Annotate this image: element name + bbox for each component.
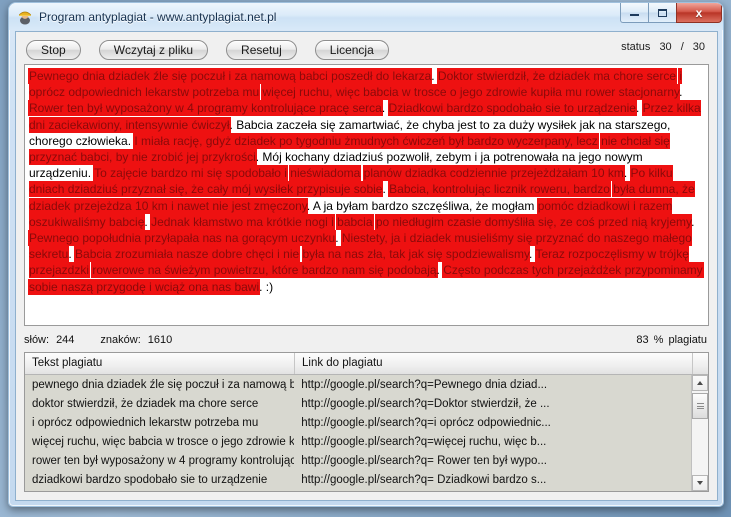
plagiarised-text-span: po niedługim czasie domyśliła się, ze co…	[375, 214, 692, 229]
original-text-span: .	[635, 101, 643, 116]
words-value: 244	[56, 334, 75, 346]
client-area: Stop Wczytaj z pliku Resetuj Licencja st…	[15, 31, 718, 501]
table-row[interactable]: doktor stwierdził, że dziadek ma chore s…	[25, 394, 691, 413]
plagiarised-text-span: Często podczas tych przejażdżek przypomi…	[443, 263, 703, 278]
user-hardhat-icon	[17, 9, 33, 25]
cell-plagiarism-link[interactable]: http://google.pl/search?q= Rower ten był…	[294, 455, 691, 467]
minimize-button[interactable]	[620, 3, 649, 23]
column-header-plagiarism-text[interactable]: Tekst plagiatu	[25, 353, 295, 374]
cell-plagiarism-link[interactable]: http://google.pl/search?q=i oprócz odpow…	[294, 417, 691, 429]
status-separator: /	[680, 41, 684, 53]
original-text-span: .	[679, 85, 683, 100]
cell-plagiarism-link[interactable]: http://google.pl/search?q=Pewnego dnia d…	[294, 379, 691, 391]
characters-value: 1610	[147, 334, 173, 346]
plagiarised-text-span: I miała rację, gdyż dziadek po tygodniu …	[134, 133, 598, 148]
license-button[interactable]: Licencja	[314, 40, 389, 60]
reset-button[interactable]: Resetuj	[226, 40, 297, 60]
original-text-span: . :)	[259, 279, 274, 294]
plagiarised-text-span: była na nas zła, tak jak się spodziewali…	[302, 247, 530, 262]
plagiarised-text-span: babcia	[337, 214, 373, 229]
scrollbar-grip-icon	[696, 402, 704, 411]
characters-label: znaków:	[100, 334, 141, 346]
plagiarised-text-span: Doktor stwierdził, że dziadek ma chore s…	[437, 69, 677, 83]
cell-plagiarism-link[interactable]: http://google.pl/search?q=Doktor stwierd…	[294, 398, 691, 410]
plagiarised-text-span: Dziadkowi bardzo spodobało sie to urządz…	[388, 101, 636, 116]
original-text-span: .	[529, 247, 536, 262]
table-header-row: Tekst plagiatu Link do plagiatu	[25, 353, 708, 375]
words-label: słów:	[24, 334, 50, 346]
close-button[interactable]: x	[676, 3, 722, 23]
close-icon: x	[695, 5, 703, 20]
original-text-span: .	[623, 166, 631, 181]
title-bar: Program antyplagiat - www.antyplagiat.ne…	[9, 3, 723, 30]
plagiarised-text-span: Pewnego dnia dziadek źle się poczuł i za…	[29, 69, 432, 83]
scrollbar-track[interactable]	[692, 391, 708, 475]
plagiarised-text-span: To zajęcie bardzo mi się spodobało i	[94, 166, 287, 181]
original-text-span: .	[381, 101, 389, 116]
table-body: pewnego dnia dziadek źle się poczuł i za…	[25, 375, 691, 491]
scroll-up-arrow-icon[interactable]	[692, 375, 708, 391]
cell-plagiarism-text: doktor stwierdził, że dziadek ma chore s…	[32, 397, 259, 410]
plagiarised-text-span: Babcia zrozumiała nasze dobre chęci i ni…	[75, 247, 300, 262]
statistics-bar: słów: 244 znaków: 1610 83 % plagiatu	[24, 330, 709, 350]
plagiarism-unit: %	[653, 334, 664, 346]
document-text-area[interactable]: Pewnego dnia dziadek źle się poczuł i za…	[24, 64, 709, 326]
load-from-file-button[interactable]: Wczytaj z pliku	[98, 40, 209, 60]
table-vertical-scrollbar[interactable]	[691, 375, 708, 491]
plagiarised-text-span: nieświadoma	[290, 166, 361, 181]
column-header-plagiarism-link[interactable]: Link do plagiatu	[295, 353, 693, 374]
window-controls: x	[620, 3, 722, 24]
status-indicator: status 30 / 30	[621, 41, 705, 53]
plagiarised-text-span: rowerowe na świeżym powietrzu, które bar…	[92, 263, 437, 278]
original-text-span: .	[335, 231, 342, 246]
plagiarism-label: plagiatu	[668, 334, 707, 346]
plagiarism-value: 83	[636, 334, 649, 346]
plagiarised-text-span: Babcia, kontrolując licznik roweru, bard…	[389, 182, 610, 197]
plagiarised-text-span: Jednak kłamstwo ma krótkie nogi i	[151, 214, 334, 229]
stop-button[interactable]: Stop	[26, 40, 81, 60]
plagiarised-text-span: Rower ten był wyposażony w 4 programy ko…	[29, 101, 382, 116]
maximize-button[interactable]	[648, 3, 677, 23]
table-row[interactable]: dziadkowi bardzo spodobało sie to urządz…	[25, 470, 691, 489]
original-text-span: .	[691, 214, 695, 229]
toolbar: Stop Wczytaj z pliku Resetuj Licencja st…	[16, 32, 717, 64]
window-title: Program antyplagiat - www.antyplagiat.ne…	[39, 9, 277, 24]
table-row[interactable]: więcej ruchu, więc babcia w trosce o jeg…	[25, 432, 691, 451]
original-text-span	[299, 247, 302, 261]
cell-plagiarism-link[interactable]: http://google.pl/search?q= Dziadkowi bar…	[294, 474, 691, 486]
plagiarised-text-span: sobie naszą przygodę i wciąż ona nas baw…	[29, 279, 260, 294]
table-body-area: pewnego dnia dziadek źle się poczuł i za…	[25, 375, 708, 491]
plagiarised-text-span: Pewnego popołudnia przyłapała nas na gor…	[29, 231, 336, 246]
scrollbar-thumb[interactable]	[692, 393, 708, 419]
original-text-span: . A ja byłam bardzo szczęśliwa, że mogła…	[306, 198, 538, 213]
table-row[interactable]: pewnego dnia dziadek źle się poczuł i za…	[25, 375, 691, 394]
table-row[interactable]: rower ten był wyposażony w 4 programy ko…	[25, 451, 691, 470]
application-window: Program antyplagiat - www.antyplagiat.ne…	[8, 2, 724, 507]
results-table: Tekst plagiatu Link do plagiatu pewnego …	[24, 352, 709, 492]
cell-plagiarism-link[interactable]: http://google.pl/search?q=więcej ruchu, …	[294, 436, 691, 448]
document-content: Pewnego dnia dziadek źle się poczuł i za…	[29, 68, 706, 295]
status-current-value: 30	[659, 41, 672, 53]
plagiarism-percentage: 83 % plagiatu	[636, 334, 707, 346]
cell-plagiarism-text: i oprócz odpowiednich lekarstw potrzeba …	[32, 416, 259, 429]
status-label: status	[621, 41, 651, 53]
status-total-value: 30	[692, 41, 705, 53]
plagiarised-text-span: planów dziadka codziennie przejeżdżałam …	[363, 166, 624, 181]
cell-plagiarism-text: rower ten był wyposażony w 4 programy ko…	[32, 454, 295, 467]
scroll-down-arrow-icon[interactable]	[692, 475, 708, 491]
desktop-background: Program antyplagiat - www.antyplagiat.ne…	[0, 0, 731, 517]
minimize-icon	[630, 14, 639, 16]
table-row[interactable]: i oprócz odpowiednich lekarstw potrzeba …	[25, 413, 691, 432]
cell-plagiarism-text: więcej ruchu, więc babcia w trosce o jeg…	[32, 435, 295, 448]
maximize-icon	[658, 8, 667, 17]
original-text-span: .	[431, 69, 438, 83]
cell-plagiarism-text: pewnego dnia dziadek źle się poczuł i za…	[32, 378, 295, 391]
plagiarised-text-span: więcej ruchu, więc babcia w trosce o jeg…	[262, 85, 680, 100]
cell-plagiarism-text: dziadkowi bardzo spodobało sie to urządz…	[32, 473, 268, 486]
